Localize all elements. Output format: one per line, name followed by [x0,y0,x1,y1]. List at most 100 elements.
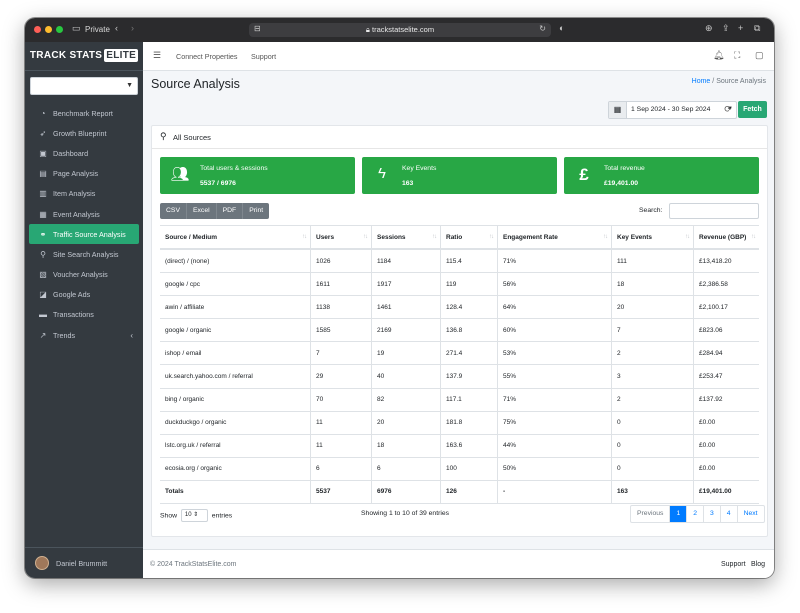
sidebar-item-dashboard[interactable]: ▣ Dashboard [29,143,139,163]
dashboard-icon: ▣ [39,148,47,158]
footer-blog-link[interactable]: Blog [751,561,765,568]
chart-icon: ▥ [39,189,47,199]
excel-button[interactable]: Excel [185,203,216,219]
column-header[interactable]: Users ↑↓ [310,225,372,250]
sidebar-item-event-analysis[interactable]: ▦ Event Analysis [29,204,139,224]
table-cell: £2,100.17 [693,295,759,319]
close-dot[interactable] [34,26,41,33]
table-cell: 18 [371,433,441,458]
table-cell: £0.00 [693,433,759,458]
rocket-icon: ➶ [39,128,47,138]
brand-logo[interactable]: TRACK STATS ELITE [25,42,143,71]
print-button[interactable]: Print [242,203,269,219]
ads-icon: ◪ [39,290,47,300]
sidebar-item-voucher-analysis[interactable]: ▧ Voucher Analysis [29,265,139,285]
table-row: ecosia.org / organic 6 6 100 50% 0 £0.00 [160,456,759,481]
sidebar-item-trends[interactable]: ↗ Trends ‹ [29,325,139,345]
table-cell: 11 [310,433,372,458]
sources-table: Source / Medium ↑↓ Users ↑↓ Sessions ↑↓ Ratio ↑… [160,225,759,505]
url-bar[interactable]: ⊟ 🔒︎ trackstatselite.com ↻ [249,23,551,37]
table-row: awin / affiliate 1138 1461 128.4 64% 20 £2,100… [160,295,759,319]
sort-icon: ↑↓ [685,234,690,240]
reload-icon[interactable]: ↻ [539,24,546,33]
sidebar-item-traffic-source-analysis[interactable]: ⚭ Traffic Source Analysis [29,224,139,245]
pagination-page[interactable]: 4 [719,506,737,522]
sidebar-item-transactions[interactable]: ▬ Transactions [29,305,139,325]
bell-icon[interactable]: 🔔︎ [713,50,724,61]
pagination-page[interactable]: 1 [669,506,687,522]
csv-button[interactable]: CSV [160,203,186,219]
table-cell: £0.00 [693,456,759,481]
table-cell: 64% [497,295,612,319]
file-icon: ▤ [39,169,47,179]
back-icon[interactable]: ‹ [115,23,118,33]
support-link[interactable]: Support [251,52,276,61]
table-cell: 20 [371,410,441,435]
totals-cell: 163 [611,479,694,505]
tabs-icon[interactable]: ⧉ [754,23,760,34]
table-cell: (direct) / (none) [160,248,311,273]
avatar [35,556,49,570]
menu-icon[interactable]: ☰ [153,50,161,61]
pdf-button[interactable]: PDF [215,203,243,219]
sidebar-toggle-icon[interactable]: ▭ [72,23,81,34]
shield-icon[interactable]: ◐ [559,23,564,33]
table-cell: bing / organic [160,387,311,412]
sidebar-item-site-search-analysis[interactable]: ⚲ Site Search Analysis [29,244,139,264]
search-input[interactable] [669,203,759,219]
sidebar-item-label: Event Analysis [53,209,100,219]
sidebar-item-label: Traffic Source Analysis [53,229,126,239]
minimize-dot[interactable] [45,26,52,33]
pagination-previous[interactable]: Previous [631,506,669,522]
column-header[interactable]: Engagement Rate ↑↓ [497,225,612,250]
table-cell: lstc.org.uk / referral [160,433,311,458]
column-header[interactable]: Sessions ↑↓ [371,225,441,250]
share-icon[interactable]: ⇪ [722,23,730,34]
sidebar-item-item-analysis[interactable]: ▥ Item Analysis [29,184,139,204]
sidebar-item-google-ads[interactable]: ◪ Google Ads [29,285,139,305]
fetch-button[interactable]: Fetch [738,101,767,118]
forward-icon[interactable]: › [131,23,134,33]
property-select[interactable]: ▼ [30,77,138,95]
url-text: 🔒︎ trackstatselite.com [365,25,435,34]
totals-cell: 6976 [371,479,441,505]
table-row: ishop / email 7 19 271.4 53% 2 £284.94 [160,341,759,365]
column-header[interactable]: Key Events ↑↓ [611,225,694,250]
pagination-page[interactable]: 2 [686,506,703,522]
table-cell: £823.06 [693,318,759,342]
column-header[interactable]: Ratio ↑↓ [440,225,498,250]
chat-icon[interactable]: ▢ [755,50,764,61]
sidebar-item-label: Trends [53,330,76,340]
table-row: bing / organic 70 82 117.1 71% 2 £137.92 [160,387,759,412]
user-panel[interactable]: Daniel Brummitt [25,547,143,578]
fullscreen-icon[interactable]: ⛶ [734,50,740,61]
table-cell: 75% [497,410,612,435]
refresh-icon[interactable]: ⟳ [721,101,735,117]
table-cell: 2 [611,341,694,365]
page-length-select[interactable]: 10 ⇕ [180,509,208,522]
new-tab-icon[interactable]: + [738,23,743,33]
connect-properties-link[interactable]: Connect Properties [176,52,238,61]
sidebar-item-growth-blueprint[interactable]: ➶ Growth Blueprint [29,123,139,143]
download-icon[interactable]: ⊕ [705,23,713,34]
column-header[interactable]: Source / Medium ↑↓ [160,225,311,250]
date-range-picker[interactable]: ▦ 1 Sep 2024 - 30 Sep 2024 ▼ [608,101,737,119]
breadcrumb-home[interactable]: Home [692,78,711,85]
main-content: Source Analysis Home / Source Analysis ▦… [143,71,774,549]
stat-total-revenue: £ Total revenue £19,401.00 [564,157,759,194]
table-cell: ishop / email [160,341,311,365]
table-cell: 40 [371,364,441,389]
table-cell: 6 [310,456,372,481]
search-label: Search: [639,207,663,214]
sidebar-item-page-analysis[interactable]: ▤ Page Analysis [29,164,139,184]
footer-support-link[interactable]: Support [721,561,746,568]
column-header[interactable]: Revenue (GBP) ↑↓ [693,225,759,250]
table-cell: 7 [310,341,372,365]
sidebar-item-benchmark-report[interactable]: ◔ Benchmark Report [29,103,139,123]
pagination-next[interactable]: Next [736,506,764,522]
pagination-page[interactable]: 3 [703,506,720,522]
pound-icon: £ [579,165,589,184]
lock-icon: 🔒︎ [365,25,370,34]
maximize-dot[interactable] [56,26,63,33]
sidebar-item-label: Item Analysis [53,189,96,199]
